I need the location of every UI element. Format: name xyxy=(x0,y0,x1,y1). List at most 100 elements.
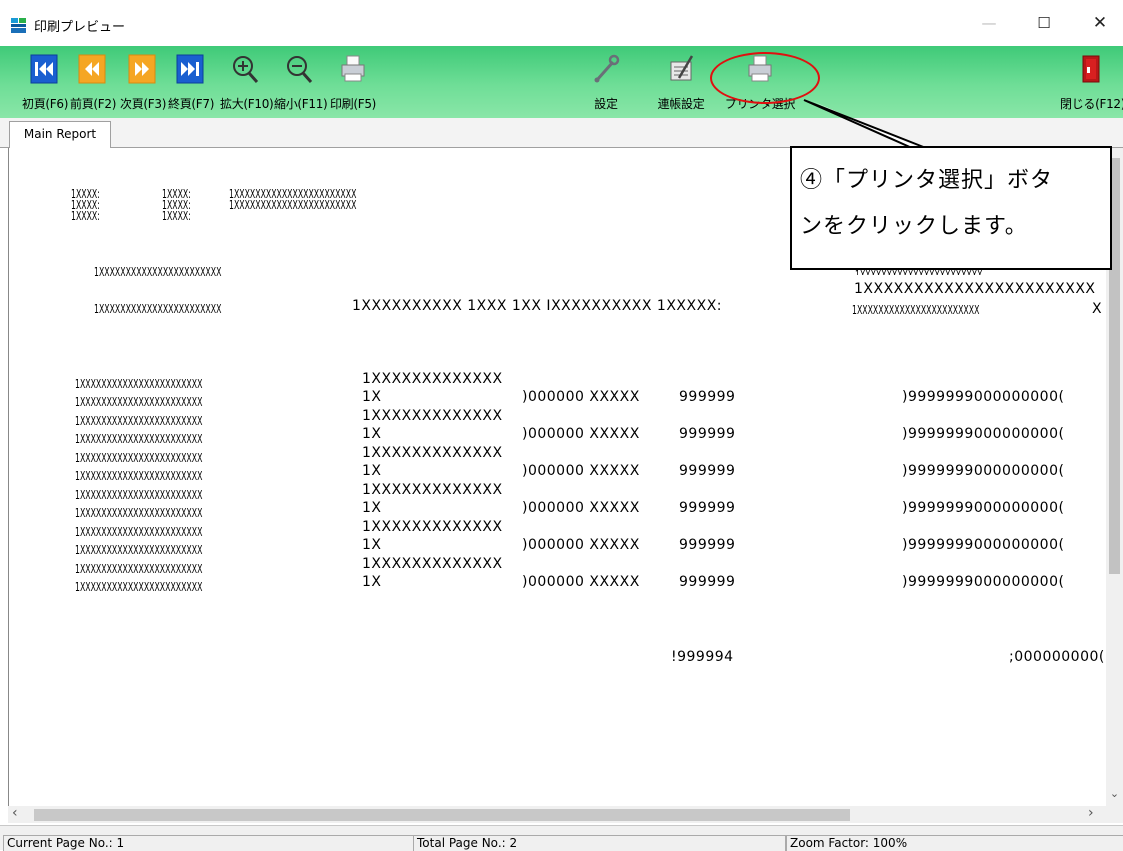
zoom-in-label: 拡大(F10) xyxy=(220,97,274,111)
report-text: 1XXXXXXXXXXXXXXXXXXXXXXX xyxy=(75,377,203,391)
zoom-in-icon xyxy=(233,56,259,83)
report-text: 1XXXXXXXXXXXXXXXXXXXXXXX xyxy=(75,506,203,520)
printer-icon xyxy=(341,55,365,82)
zoom-in-button[interactable]: 拡大(F10) xyxy=(220,46,274,118)
settings-label: 設定 xyxy=(594,97,618,111)
annotation-text: ④「プリンタ選択」ボタ ンをクリックします。 xyxy=(800,158,1106,250)
report-text: 999999 xyxy=(679,537,736,553)
zoom-out-label: 縮小(F11) xyxy=(274,97,328,111)
print-preview-window: 印刷プレビュー — ☐ ✕ 初頁(F6) 前頁(F2) 次頁(F3) 終頁(F7… xyxy=(0,0,1123,851)
report-text: 1XXXXXXXXXXXXXXXXXXXXXXX xyxy=(94,302,222,316)
report-text: 1XXXXXXXXXXXXXXXXXXXXXXX xyxy=(229,198,357,212)
report-text: !999994 xyxy=(671,649,734,665)
report-text: )000000 XXXXX xyxy=(522,463,640,479)
wrench-icon xyxy=(594,54,620,83)
report-text: )9999999000000000( xyxy=(902,574,1065,590)
print-label: 印刷(F5) xyxy=(329,97,377,111)
app-logo-icon xyxy=(11,18,26,33)
first-page-label: 初頁(F6) xyxy=(22,97,69,111)
last-page-label: 終頁(F7) xyxy=(168,97,215,111)
report-text: 1X xyxy=(362,463,382,479)
exit-door-icon xyxy=(1082,55,1100,83)
report-text: )9999999000000000( xyxy=(902,426,1065,442)
window-title: 印刷プレビュー xyxy=(34,20,126,35)
report-text: )9999999000000000( xyxy=(902,463,1065,479)
close-window-button[interactable]: ✕ xyxy=(1077,8,1123,38)
continuous-form-settings-label: 連帳設定 xyxy=(657,97,705,111)
title-bar: 印刷プレビュー — ☐ ✕ xyxy=(0,0,1123,46)
report-text: 1XXXXXXXXXX 1XXX 1XX IXXXXXXXXXX 1XXXXX: xyxy=(352,298,722,314)
callout-pointer xyxy=(803,99,927,149)
report-text: 1XXXXXXXXXXXXXXXXXXXXXXX xyxy=(75,580,203,594)
annotation-callout: ④「プリンタ選択」ボタ ンをクリックします。 xyxy=(790,146,1112,270)
zoom-out-button[interactable]: 縮小(F11) xyxy=(274,46,328,118)
prev-page-button[interactable]: 前頁(F2) xyxy=(70,46,117,118)
next-page-button[interactable]: 次頁(F3) xyxy=(120,46,167,118)
report-text: )000000 XXXXX xyxy=(522,500,640,516)
prev-page-icon xyxy=(78,54,106,84)
report-text: 1XXXXXXXXXXXXX xyxy=(362,445,503,461)
report-text: 999999 xyxy=(679,500,736,516)
last-page-icon xyxy=(176,54,204,84)
report-text: )000000 XXXXX xyxy=(522,537,640,553)
first-page-button[interactable]: 初頁(F6) xyxy=(22,46,69,118)
last-page-button[interactable]: 終頁(F7) xyxy=(168,46,215,118)
report-text: ;000000000( xyxy=(1009,649,1105,665)
toolbar: 初頁(F6) 前頁(F2) 次頁(F3) 終頁(F7) 拡大(F10) 縮小(F… xyxy=(0,46,1123,119)
report-text: )000000 XXXXX xyxy=(522,574,640,590)
report-text: 1XXXXXXXXXXXXXXXXXXXXXXX xyxy=(75,432,203,446)
report-text: 1XXXXXXXXXXXXXXXXXXXXXXX xyxy=(75,562,203,576)
tab-main-report[interactable]: Main Report xyxy=(9,121,111,148)
maximize-button[interactable]: ☐ xyxy=(1021,8,1067,38)
report-text: 1XXXX: xyxy=(71,209,100,223)
close-preview-label: 閉じる(F12) xyxy=(1060,97,1123,111)
report-text: 1XXXXXXXXXXXXXXXXXXXXXXX xyxy=(75,451,203,465)
continuous-form-settings-button[interactable]: 連帳設定 xyxy=(650,46,712,118)
status-bar: Current Page No.: 1 Total Page No.: 2 Zo… xyxy=(0,825,1123,851)
minimize-button[interactable]: — xyxy=(966,8,1012,38)
report-text: 1XXXXXXXXXXXXXXXXXXXXXXX xyxy=(75,469,203,483)
report-text: 1XXXXXXXXXXXXXXXXXXXXXXX xyxy=(75,414,203,428)
scroll-left-icon[interactable]: ‹ xyxy=(12,805,26,822)
report-text: 999999 xyxy=(679,389,736,405)
print-button[interactable]: 印刷(F5) xyxy=(329,46,377,118)
report-text: 1XXXXXXXXXXXXXXXXXXXXXXX xyxy=(75,488,203,502)
report-text: 1XXXXXXXXXXXXX xyxy=(362,408,503,424)
report-tab-strip: Main Report xyxy=(0,118,1123,148)
next-page-label: 次頁(F3) xyxy=(120,97,167,111)
first-page-icon xyxy=(30,54,58,84)
settings-button[interactable]: 設定 xyxy=(584,46,628,118)
report-text: 1X xyxy=(362,389,382,405)
scroll-down-icon[interactable]: ⌄ xyxy=(1108,787,1121,801)
report-text: )000000 XXXXX xyxy=(522,426,640,442)
report-text: )000000 XXXXX xyxy=(522,389,640,405)
report-text: )9999999000000000( xyxy=(902,389,1065,405)
report-text: 1X xyxy=(362,574,382,590)
report-text: 1X xyxy=(362,537,382,553)
prev-page-label: 前頁(F2) xyxy=(70,97,117,111)
report-text: 1XXXX: xyxy=(162,209,191,223)
zoom-out-icon xyxy=(287,56,313,83)
report-text: )9999999000000000( xyxy=(902,537,1065,553)
horizontal-scroll-thumb[interactable] xyxy=(34,809,850,821)
report-text: 1XXXXXXXXXXXXXXXXXXXXXXX xyxy=(75,395,203,409)
report-text: X xyxy=(1092,301,1103,317)
report-text: 999999 xyxy=(679,426,736,442)
report-text: 1XXXXXXXXXXXXX xyxy=(362,519,503,535)
annotation-line: ンをクリックします。 xyxy=(800,214,1028,239)
next-page-icon xyxy=(128,54,156,84)
report-text: 1X xyxy=(362,426,382,442)
continuous-form-icon xyxy=(670,55,694,81)
report-text: 1X xyxy=(362,500,382,516)
report-text: 1XXXXXXXXXXXXX xyxy=(362,556,503,572)
report-text: 1XXXXXXXXXXXXXXXXXXXXXXX xyxy=(854,281,1096,297)
annotation-line: ④「プリンタ選択」ボタ xyxy=(800,168,1054,193)
report-text: )9999999000000000( xyxy=(902,500,1065,516)
report-text: 1XXXXXXXXXXXXXXXXXXXXXXX xyxy=(855,270,982,275)
scroll-right-icon[interactable]: › xyxy=(1088,805,1102,822)
report-text: 1XXXXXXXXXXXXXXXXXXXXXXX xyxy=(75,543,203,557)
report-text: 999999 xyxy=(679,463,736,479)
report-text: 1XXXXXXXXXXXXX xyxy=(362,371,503,387)
close-preview-button[interactable]: 閉じる(F12) xyxy=(1060,46,1123,118)
report-text: 1XXXXXXXXXXXXXXXXXXXXXXX xyxy=(94,265,222,279)
